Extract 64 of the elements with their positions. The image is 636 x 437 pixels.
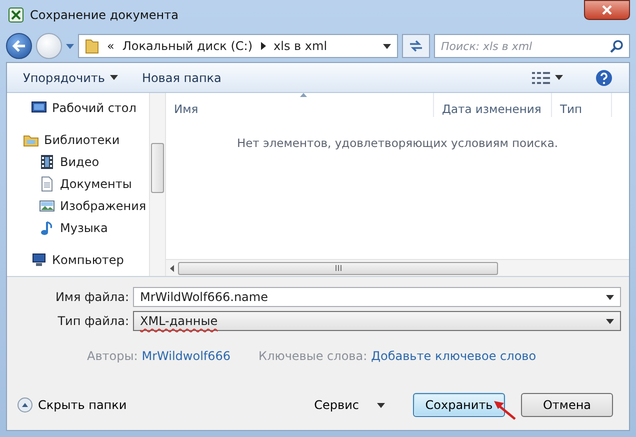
- caret-icon: [383, 44, 391, 48]
- column-header[interactable]: Дата изменения: [434, 93, 552, 117]
- search-icon: [610, 39, 624, 53]
- sidebar-item[interactable]: Изображения: [7, 195, 149, 217]
- picture-icon: [39, 198, 55, 214]
- file-type-label: Тип файла:: [56, 313, 130, 330]
- left-arrow-icon: [170, 264, 174, 272]
- metadata-link[interactable]: Добавьте ключевое слово: [371, 347, 536, 365]
- refresh-button[interactable]: [402, 34, 430, 58]
- column-header[interactable]: Имя: [166, 93, 434, 117]
- close-button[interactable]: [584, 0, 630, 20]
- caret-icon: [606, 318, 614, 324]
- sidebar-item[interactable]: Музыка: [7, 217, 149, 239]
- search-field[interactable]: Поиск: xls в xml: [434, 34, 630, 58]
- sidebar-item[interactable]: Рабочий стол: [7, 97, 149, 119]
- computer-icon: [31, 252, 47, 268]
- back-button[interactable]: [6, 33, 32, 59]
- organize-menu[interactable]: Упорядочить: [23, 68, 118, 86]
- file-type-dropdown[interactable]: XML-данные: [133, 311, 621, 331]
- document-icon: [39, 176, 55, 192]
- close-icon: [602, 5, 612, 15]
- metadata-label: Ключевые слова:: [258, 348, 368, 365]
- grip-icon: [334, 265, 342, 271]
- sidebar-item[interactable]: Видео: [7, 151, 149, 173]
- metadata-link[interactable]: MrWildwolf666: [142, 347, 231, 365]
- caret-icon: [110, 75, 118, 80]
- sidebar-item[interactable]: Документы: [7, 173, 149, 195]
- view-menu[interactable]: [532, 70, 563, 84]
- cancel-button[interactable]: Отмена: [521, 393, 613, 417]
- column-header[interactable]: Тип: [552, 93, 612, 117]
- caret-icon: [606, 294, 614, 300]
- annotation-arrow: [493, 399, 517, 421]
- caret-icon: [66, 44, 74, 50]
- file-name-field[interactable]: MrWildWolf666.name: [133, 287, 621, 307]
- breadcrumb[interactable]: Локальный диск (C:): [122, 37, 253, 55]
- sidebar-item[interactable]: Библиотеки: [7, 129, 149, 151]
- list-view-icon: [532, 70, 550, 84]
- right-arrow-icon: [260, 42, 266, 50]
- overflow-chevron[interactable]: «: [107, 37, 114, 55]
- horizontal-scrollbar[interactable]: [166, 259, 629, 276]
- empty-message: Нет элементов, удовлетворяющих условиям поиска.: [236, 136, 558, 150]
- spreadsheet-icon: [8, 7, 24, 23]
- save-button[interactable]: Сохранить: [413, 393, 505, 417]
- refresh-icon: [408, 39, 424, 53]
- file-name-label: Имя файла:: [54, 289, 130, 306]
- music-note-icon: [39, 220, 55, 236]
- caret-icon: [555, 75, 563, 80]
- sidebar-item[interactable]: Компьютер: [7, 249, 149, 271]
- hide-folders-button[interactable]: Скрыть папки: [17, 396, 127, 414]
- sort-arrow-icon: [300, 93, 306, 97]
- tools-menu[interactable]: Сервис: [308, 395, 391, 415]
- new-folder-button[interactable]: Новая папка: [142, 68, 222, 86]
- window-title: Сохранение документа: [30, 7, 178, 24]
- film-icon: [39, 154, 55, 170]
- metadata-label: Авторы:: [87, 348, 138, 365]
- address-field[interactable]: « Локальный диск (C:) xls в xml: [78, 34, 398, 58]
- question-mark-icon: [595, 68, 613, 86]
- vertical-scrollbar[interactable]: [149, 93, 166, 276]
- up-chevron-icon: [17, 397, 33, 413]
- caret-icon: [377, 402, 385, 408]
- left-arrow-icon: [12, 40, 26, 52]
- breadcrumb[interactable]: xls в xml: [274, 37, 328, 55]
- help-button[interactable]: [595, 68, 613, 86]
- folder-icon: [85, 38, 99, 54]
